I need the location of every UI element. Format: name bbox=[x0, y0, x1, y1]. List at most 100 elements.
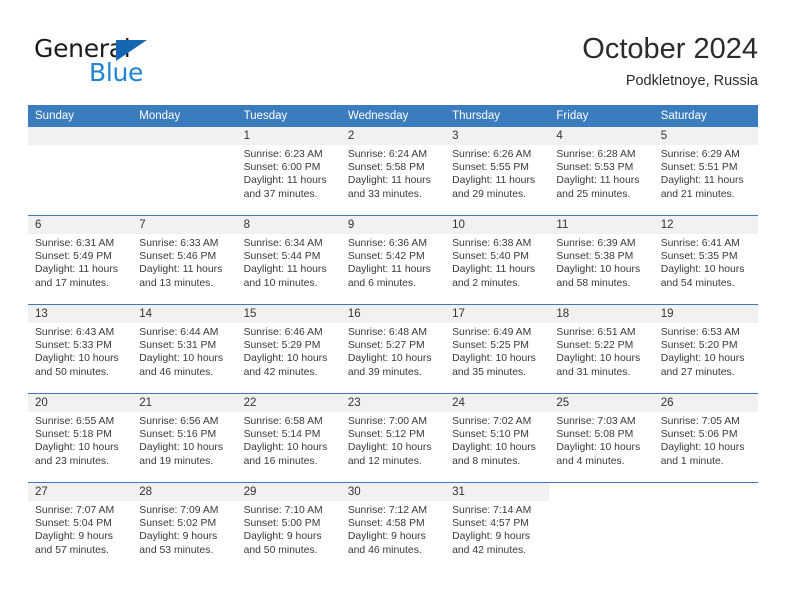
calendar-cell-empty bbox=[132, 127, 237, 216]
calendar-cell-day[interactable]: 10 Sunrise: 6:38 AM Sunset: 5:40 PM Dayligh… bbox=[445, 215, 550, 305]
sunset-text: Sunset: 5:06 PM bbox=[660, 429, 738, 441]
calendar-cell-day[interactable]: 12 Sunrise: 6:41 AM Sunset: 5:35 PM Dayligh… bbox=[653, 215, 758, 305]
weekday-header-saturday: Saturday bbox=[653, 105, 758, 127]
calendar-cell-day[interactable]: 13 Sunrise: 6:43 AM Sunset: 5:33 PM Dayligh… bbox=[28, 304, 133, 394]
calendar-cell-day[interactable]: 3 Sunrise: 6:26 AM Sunset: 5:55 PM Daylight… bbox=[445, 127, 550, 216]
sunrise-text: Sunrise: 6:44 AM bbox=[139, 327, 219, 338]
sunset-text: Sunset: 5:53 PM bbox=[556, 162, 634, 174]
sunset-text: Sunset: 6:00 PM bbox=[243, 162, 321, 174]
day-number: 2 bbox=[340, 127, 446, 145]
daylight-text-line1: Daylight: 10 hours bbox=[35, 442, 119, 454]
calendar-week-row: 6 Sunrise: 6:31 AM Sunset: 5:49 PM Daylight… bbox=[28, 215, 758, 305]
sunrise-text: Sunrise: 7:07 AM bbox=[35, 505, 115, 516]
calendar-cell-day[interactable]: 28 Sunrise: 7:09 AM Sunset: 5:02 PM Dayligh… bbox=[132, 482, 237, 571]
calendar-cell-day[interactable]: 31 Sunrise: 7:14 AM Sunset: 4:57 PM Dayligh… bbox=[445, 482, 550, 571]
calendar-week-row: 27 Sunrise: 7:07 AM Sunset: 5:04 PM Dayligh… bbox=[28, 482, 758, 571]
day-details: Sunrise: 6:49 AM Sunset: 5:25 PM Daylight:… bbox=[445, 323, 549, 379]
calendar-cell-day[interactable]: 23 Sunrise: 7:00 AM Sunset: 5:12 PM Dayligh… bbox=[340, 393, 446, 483]
day-number: 10 bbox=[445, 216, 550, 234]
day-details: Sunrise: 7:03 AM Sunset: 5:08 PM Daylight:… bbox=[549, 412, 653, 468]
day-details: Sunrise: 6:46 AM Sunset: 5:29 PM Daylight:… bbox=[237, 323, 341, 379]
sunrise-text: Sunrise: 6:41 AM bbox=[660, 238, 740, 249]
day-number: 23 bbox=[340, 394, 446, 412]
day-cell: 23 Sunrise: 7:00 AM Sunset: 5:12 PM Dayligh… bbox=[340, 394, 446, 482]
day-number bbox=[28, 127, 133, 145]
daylight-text-line1: Daylight: 10 hours bbox=[347, 442, 432, 454]
daylight-text-line2: and 16 minutes. bbox=[243, 455, 318, 467]
daylight-text-line1: Daylight: 11 hours bbox=[660, 175, 744, 187]
sunset-text: Sunset: 5:12 PM bbox=[347, 429, 425, 441]
calendar-cell-day[interactable]: 11 Sunrise: 6:39 AM Sunset: 5:38 PM Dayligh… bbox=[549, 215, 654, 305]
day-cell: 30 Sunrise: 7:12 AM Sunset: 4:58 PM Dayligh… bbox=[340, 483, 446, 571]
sunset-text: Sunset: 5:55 PM bbox=[452, 162, 529, 174]
sunset-text: Sunset: 5:25 PM bbox=[452, 340, 529, 352]
daylight-text-line1: Daylight: 10 hours bbox=[243, 353, 328, 365]
daylight-text-line2: and 50 minutes. bbox=[243, 544, 318, 556]
daylight-text-line1: Daylight: 10 hours bbox=[660, 442, 745, 454]
daylight-text-line2: and 57 minutes. bbox=[35, 544, 109, 556]
day-details: Sunrise: 6:41 AM Sunset: 5:35 PM Daylight:… bbox=[654, 234, 758, 290]
daylight-text-line1: Daylight: 10 hours bbox=[347, 353, 432, 365]
day-cell: 16 Sunrise: 6:48 AM Sunset: 5:27 PM Dayligh… bbox=[340, 305, 446, 393]
title-block: October 2024 Podkletnoye, Russia bbox=[582, 32, 758, 91]
day-cell: 14 Sunrise: 6:44 AM Sunset: 5:31 PM Dayligh… bbox=[132, 305, 237, 393]
calendar-cell-day[interactable]: 1 Sunrise: 6:23 AM Sunset: 6:00 PM Daylight… bbox=[236, 127, 341, 216]
calendar-cell-day[interactable]: 16 Sunrise: 6:48 AM Sunset: 5:27 PM Dayligh… bbox=[340, 304, 446, 394]
sunrise-text: Sunrise: 6:56 AM bbox=[139, 416, 219, 427]
calendar-cell-day[interactable]: 21 Sunrise: 6:56 AM Sunset: 5:16 PM Dayligh… bbox=[132, 393, 237, 483]
calendar-cell-day[interactable]: 30 Sunrise: 7:12 AM Sunset: 4:58 PM Dayligh… bbox=[340, 482, 446, 571]
calendar-cell-day[interactable]: 4 Sunrise: 6:28 AM Sunset: 5:53 PM Daylight… bbox=[549, 127, 654, 216]
day-cell: 1 Sunrise: 6:23 AM Sunset: 6:00 PM Daylight… bbox=[236, 127, 341, 215]
calendar-cell-day[interactable]: 2 Sunrise: 6:24 AM Sunset: 5:58 PM Daylight… bbox=[340, 127, 446, 216]
calendar-cell-day[interactable]: 15 Sunrise: 6:46 AM Sunset: 5:29 PM Dayligh… bbox=[236, 304, 341, 394]
calendar-cell-day[interactable]: 9 Sunrise: 6:36 AM Sunset: 5:42 PM Daylight… bbox=[340, 215, 446, 305]
sunset-text: Sunset: 5:42 PM bbox=[347, 251, 425, 263]
calendar-cell-day[interactable]: 18 Sunrise: 6:51 AM Sunset: 5:22 PM Dayligh… bbox=[549, 304, 654, 394]
sunrise-text: Sunrise: 7:10 AM bbox=[243, 505, 323, 516]
calendar-cell-day[interactable]: 6 Sunrise: 6:31 AM Sunset: 5:49 PM Daylight… bbox=[28, 215, 133, 305]
sunset-text: Sunset: 5:18 PM bbox=[35, 429, 112, 441]
daylight-text-line2: and 50 minutes. bbox=[35, 366, 109, 378]
calendar-week-row: 1 Sunrise: 6:23 AM Sunset: 6:00 PM Daylight… bbox=[28, 127, 758, 216]
calendar-cell-day[interactable]: 26 Sunrise: 7:05 AM Sunset: 5:06 PM Dayligh… bbox=[653, 393, 758, 483]
daylight-text-line2: and 42 minutes. bbox=[243, 366, 318, 378]
daylight-text-line2: and 17 minutes. bbox=[35, 277, 109, 289]
sunrise-text: Sunrise: 6:24 AM bbox=[347, 149, 427, 160]
sunrise-text: Sunrise: 6:33 AM bbox=[139, 238, 219, 249]
daylight-text-line2: and 10 minutes. bbox=[243, 277, 318, 289]
sunrise-text: Sunrise: 7:09 AM bbox=[139, 505, 219, 516]
general-blue-logo[interactable]: General Blue bbox=[34, 34, 254, 90]
day-cell: 25 Sunrise: 7:03 AM Sunset: 5:08 PM Dayligh… bbox=[549, 394, 654, 482]
day-cell: 24 Sunrise: 7:02 AM Sunset: 5:10 PM Dayligh… bbox=[445, 394, 550, 482]
day-details: Sunrise: 6:29 AM Sunset: 5:51 PM Daylight:… bbox=[654, 145, 758, 201]
calendar-cell-day[interactable]: 25 Sunrise: 7:03 AM Sunset: 5:08 PM Dayligh… bbox=[549, 393, 654, 483]
day-cell: 21 Sunrise: 6:56 AM Sunset: 5:16 PM Dayligh… bbox=[132, 394, 237, 482]
calendar-cell-day[interactable]: 8 Sunrise: 6:34 AM Sunset: 5:44 PM Daylight… bbox=[236, 215, 341, 305]
day-details: Sunrise: 7:09 AM Sunset: 5:02 PM Daylight:… bbox=[132, 501, 236, 557]
sunrise-text: Sunrise: 7:00 AM bbox=[347, 416, 427, 427]
calendar-cell-day[interactable]: 14 Sunrise: 6:44 AM Sunset: 5:31 PM Dayligh… bbox=[132, 304, 237, 394]
calendar-cell-day[interactable]: 20 Sunrise: 6:55 AM Sunset: 5:18 PM Dayligh… bbox=[28, 393, 133, 483]
day-cell: 11 Sunrise: 6:39 AM Sunset: 5:38 PM Dayligh… bbox=[549, 216, 654, 304]
sunrise-text: Sunrise: 6:55 AM bbox=[35, 416, 115, 427]
day-number: 21 bbox=[132, 394, 237, 412]
calendar-cell-day[interactable]: 29 Sunrise: 7:10 AM Sunset: 5:00 PM Dayligh… bbox=[236, 482, 341, 571]
day-details: Sunrise: 6:39 AM Sunset: 5:38 PM Daylight:… bbox=[549, 234, 653, 290]
calendar-cell-day[interactable]: 24 Sunrise: 7:02 AM Sunset: 5:10 PM Dayligh… bbox=[445, 393, 550, 483]
calendar-cell-day[interactable]: 17 Sunrise: 6:49 AM Sunset: 5:25 PM Dayligh… bbox=[445, 304, 550, 394]
calendar-week-row: 13 Sunrise: 6:43 AM Sunset: 5:33 PM Dayligh… bbox=[28, 304, 758, 394]
calendar-cell-day[interactable]: 7 Sunrise: 6:33 AM Sunset: 5:46 PM Daylight… bbox=[132, 215, 237, 305]
calendar-cell-day[interactable]: 27 Sunrise: 7:07 AM Sunset: 5:04 PM Dayligh… bbox=[28, 482, 133, 571]
day-details: Sunrise: 6:23 AM Sunset: 6:00 PM Daylight:… bbox=[237, 145, 341, 201]
day-number bbox=[132, 127, 237, 145]
sunrise-text: Sunrise: 6:23 AM bbox=[243, 149, 323, 160]
weekday-header-tuesday: Tuesday bbox=[236, 105, 341, 127]
calendar-cell-day[interactable]: 22 Sunrise: 6:58 AM Sunset: 5:14 PM Dayligh… bbox=[236, 393, 341, 483]
sunset-text: Sunset: 5:22 PM bbox=[556, 340, 634, 352]
day-details: Sunrise: 7:05 AM Sunset: 5:06 PM Daylight:… bbox=[654, 412, 758, 468]
day-cell: 29 Sunrise: 7:10 AM Sunset: 5:00 PM Dayligh… bbox=[236, 483, 341, 571]
calendar-cell-day[interactable]: 5 Sunrise: 6:29 AM Sunset: 5:51 PM Daylight… bbox=[653, 127, 758, 216]
daylight-text-line2: and 37 minutes. bbox=[243, 188, 318, 200]
daylight-text-line1: Daylight: 10 hours bbox=[139, 442, 224, 454]
calendar-cell-day[interactable]: 19 Sunrise: 6:53 AM Sunset: 5:20 PM Dayligh… bbox=[653, 304, 758, 394]
